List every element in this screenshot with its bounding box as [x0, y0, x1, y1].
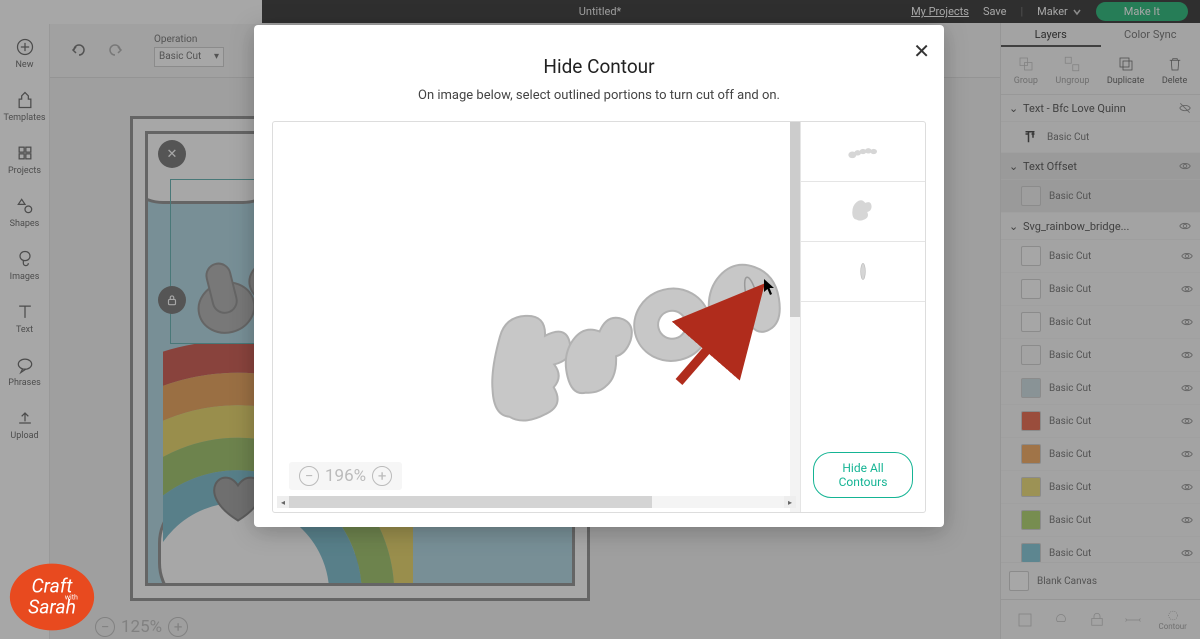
- contour-thumb[interactable]: [801, 242, 925, 302]
- close-button[interactable]: ✕: [913, 39, 930, 63]
- svg-text:Sarah: Sarah: [28, 596, 76, 619]
- horizontal-scrollbar[interactable]: ◂ ▸: [277, 496, 796, 508]
- contour-thumb[interactable]: [801, 122, 925, 182]
- zoom-value: 196%: [325, 466, 366, 486]
- contour-list: Hide All Contours: [800, 122, 925, 512]
- scroll-right-icon[interactable]: ▸: [784, 496, 796, 508]
- zoom-out-icon[interactable]: −: [299, 466, 319, 486]
- cursor-icon: [763, 278, 777, 296]
- contour-thumb[interactable]: [801, 182, 925, 242]
- watermark-logo: Craft with Sarah: [8, 561, 96, 633]
- preview-zoom[interactable]: − 196% +: [289, 462, 402, 490]
- hide-contour-modal: ✕ Hide Contour On image below, select ou…: [254, 25, 944, 527]
- hide-all-contours-button[interactable]: Hide All Contours: [813, 452, 913, 498]
- modal-subtitle: On image below, select outlined portions…: [274, 88, 924, 103]
- modal-title: Hide Contour: [274, 55, 924, 78]
- contour-artwork[interactable]: [473, 232, 800, 432]
- scroll-left-icon[interactable]: ◂: [277, 496, 289, 508]
- zoom-in-icon[interactable]: +: [372, 466, 392, 486]
- contour-preview[interactable]: − 196% + ◂ ▸: [273, 122, 800, 512]
